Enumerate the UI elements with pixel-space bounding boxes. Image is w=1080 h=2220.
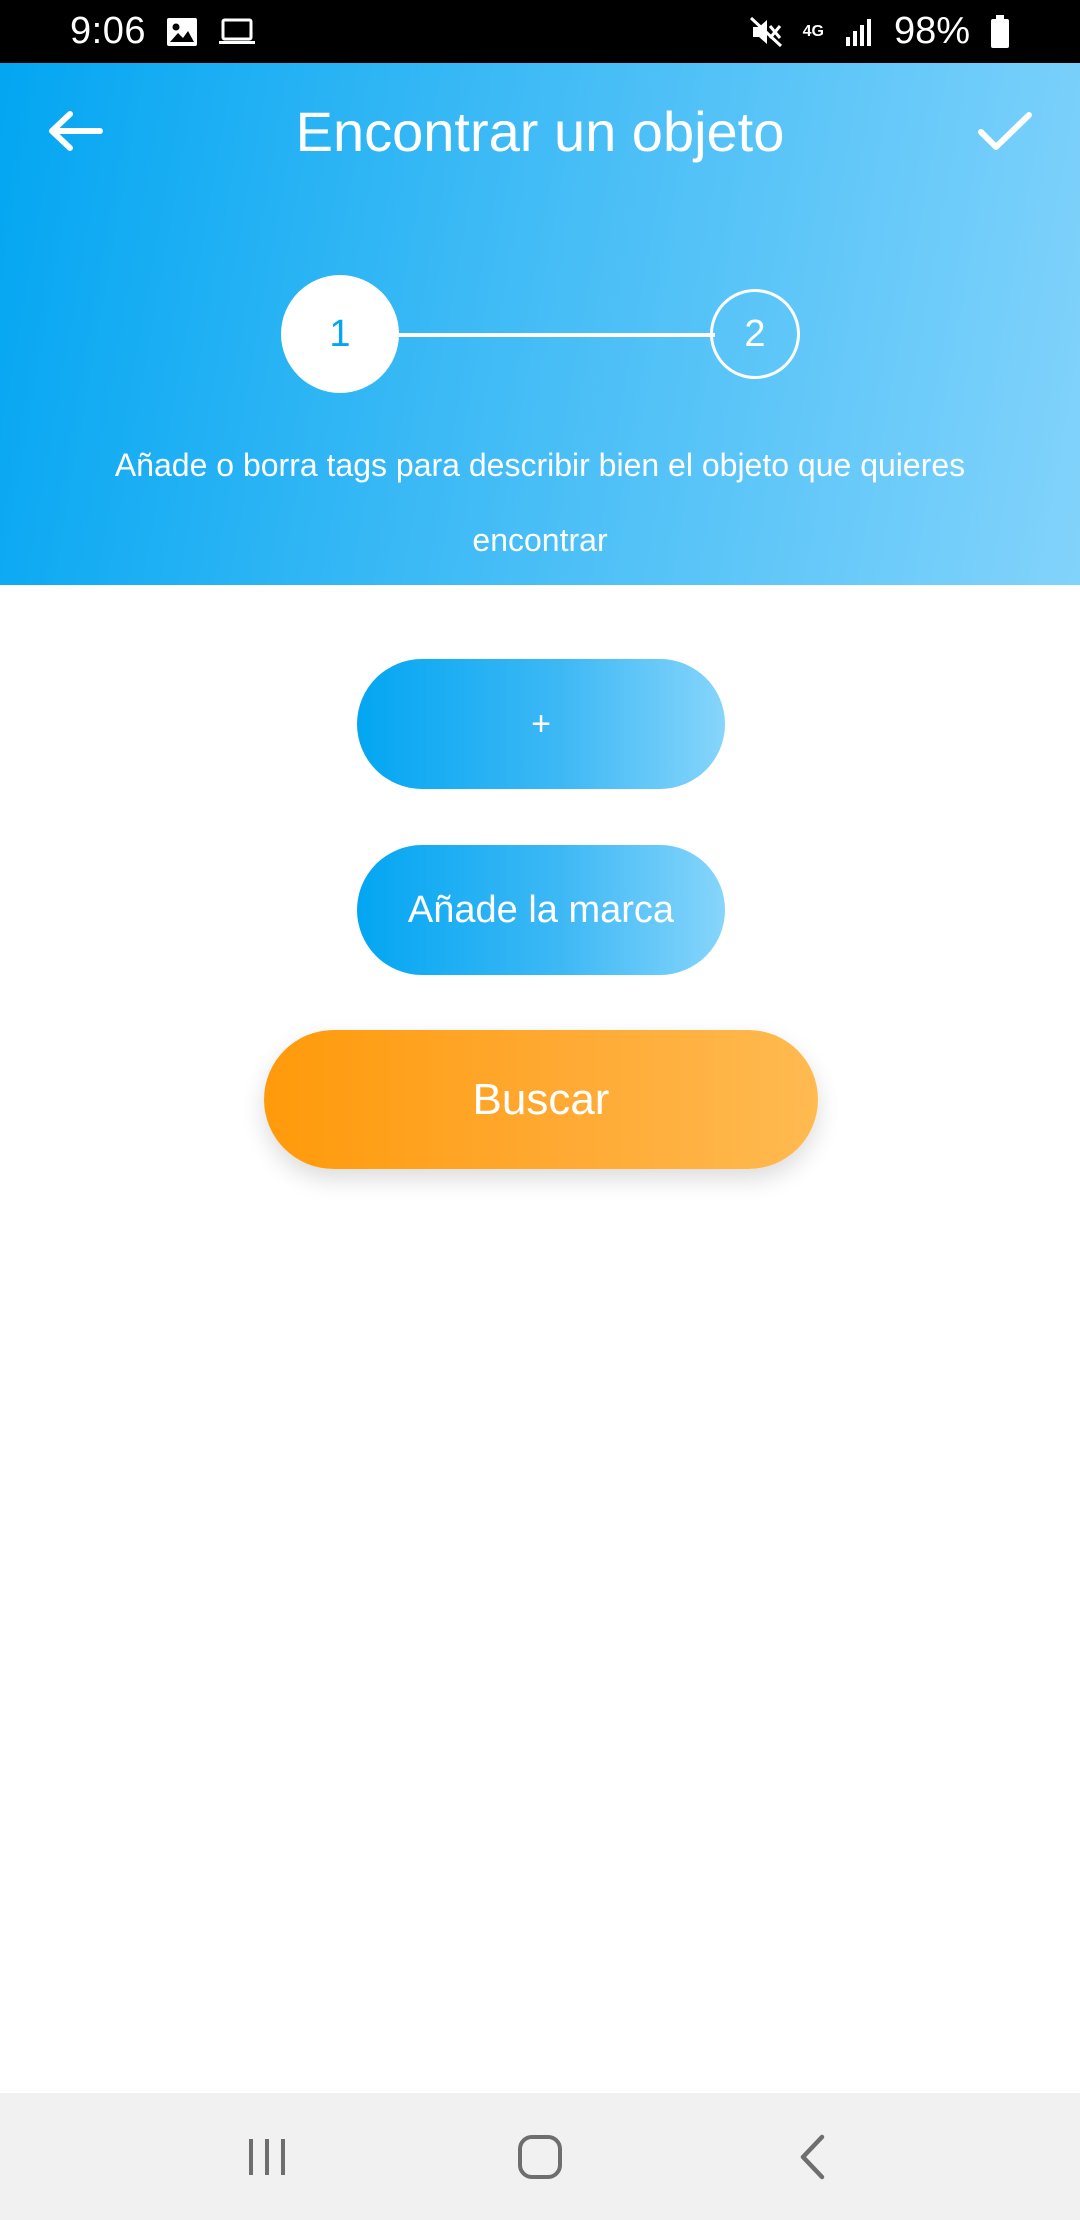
battery-percent: 98% (893, 10, 970, 52)
laptop-icon (218, 18, 256, 46)
back-nav-button[interactable] (753, 2107, 873, 2207)
check-icon (978, 112, 1032, 150)
status-bar: 9:06 4G 98% (0, 0, 1080, 63)
home-icon (517, 2134, 562, 2179)
add-brand-button[interactable]: Añade la marca (357, 845, 725, 975)
home-button[interactable] (480, 2107, 600, 2207)
stepper: 1 2 (0, 273, 1080, 393)
status-time: 9:06 (70, 10, 146, 52)
recent-apps-icon (248, 2138, 285, 2175)
status-right: 4G 98% (749, 10, 1010, 53)
step-2[interactable]: 2 (710, 289, 800, 379)
page-title: Encontrar un objeto (295, 100, 785, 163)
image-icon (166, 17, 198, 47)
mute-icon (749, 16, 783, 48)
header: Encontrar un objeto 1 2 Añade o borra ta… (0, 63, 1080, 585)
instructions-text: Añade o borra tags para describir bien e… (114, 447, 966, 558)
add-tag-button[interactable]: + (357, 659, 725, 789)
battery-icon (990, 14, 1010, 49)
search-button[interactable]: Buscar (264, 1030, 818, 1169)
step-1[interactable]: 1 (281, 275, 399, 393)
network-type: 4G (802, 23, 824, 40)
network-icon: 4G (802, 23, 824, 40)
recent-apps-button[interactable] (207, 2107, 327, 2207)
navigation-bar (0, 2093, 1080, 2220)
stepper-line (395, 333, 715, 337)
confirm-button[interactable] (970, 103, 1040, 159)
status-left: 9:06 (70, 10, 256, 53)
signal-icon (844, 17, 874, 47)
back-icon (801, 2134, 825, 2179)
